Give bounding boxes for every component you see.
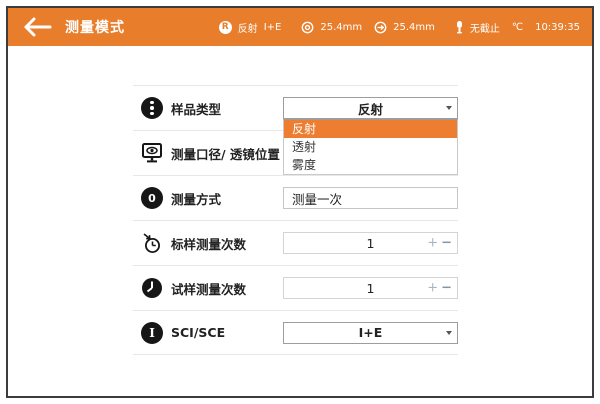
measure-mode-label: 测量方式 xyxy=(171,189,221,208)
sample-count-value: 1 xyxy=(367,281,375,296)
measure-mode-input[interactable]: 测量一次 xyxy=(283,187,458,209)
chevron-down-icon xyxy=(446,106,452,110)
sample-count-stepper: + − xyxy=(427,282,452,295)
standard-count-stepper: + − xyxy=(427,237,452,250)
page-title: 测量模式 xyxy=(65,17,125,37)
sample-type-dropdown: 反射 透射 雾度 xyxy=(283,119,458,175)
chevron-down-icon xyxy=(446,331,452,335)
dropdown-option-haze[interactable]: 雾度 xyxy=(284,156,457,174)
reflectance-badge-icon: R xyxy=(219,21,232,34)
form-row-standard-count: 标样测量次数 1 + − xyxy=(133,220,458,265)
menu-dots-icon xyxy=(140,96,164,120)
dropdown-option-reflectance[interactable]: 反射 xyxy=(284,120,457,138)
form-row-sample-count: 试样测量次数 1 + − xyxy=(133,265,458,310)
back-arrow-icon[interactable] xyxy=(22,17,52,37)
clock-icon xyxy=(140,276,164,300)
status-temp-unit: ℃ xyxy=(512,22,523,33)
settings-form: 样品类型 反射 反射 透射 雾度 xyxy=(133,85,458,355)
sample-type-select[interactable]: 反射 xyxy=(283,97,458,119)
form-row-measure-mode: 0 测量方式 测量一次 xyxy=(133,175,458,220)
form-row-sci-sce: I SCI/SCE I+E xyxy=(133,310,458,355)
screen-frame: 测量模式 R 反射 I+E 25.4mm 25.4mm xyxy=(6,6,594,398)
status-aperture-lens: 25.4mm xyxy=(393,22,435,33)
decrement-icon[interactable]: − xyxy=(441,282,452,295)
sample-count-label: 试样测量次数 xyxy=(171,279,246,298)
status-uv-filter: 无截止 xyxy=(470,20,500,35)
standard-count-value: 1 xyxy=(367,236,375,251)
status-clock: 10:39:35 xyxy=(535,22,580,33)
aperture-lens-label: 测量口径/ 透镜位置 xyxy=(171,144,280,163)
form-row-sample-type: 样品类型 反射 反射 透射 雾度 xyxy=(133,85,458,130)
decrement-icon[interactable]: − xyxy=(441,237,452,250)
uv-lamp-icon xyxy=(455,20,464,34)
info-i-circle-icon: I xyxy=(140,321,164,345)
measure-mode-value: 测量一次 xyxy=(292,189,342,208)
dropdown-option-transmittance[interactable]: 透射 xyxy=(284,138,457,156)
sci-sce-value: I+E xyxy=(359,325,383,340)
status-bar: R 反射 I+E 25.4mm 25.4mm 无截止 xyxy=(219,20,580,35)
status-sci-mode: I+E xyxy=(264,22,282,33)
header-bar: 测量模式 R 反射 I+E 25.4mm 25.4mm xyxy=(8,8,592,46)
app-window: 测量模式 R 反射 I+E 25.4mm 25.4mm xyxy=(0,0,600,404)
standard-count-input[interactable]: 1 + − xyxy=(283,232,458,254)
standard-count-label: 标样测量次数 xyxy=(171,234,246,253)
monitor-eye-icon xyxy=(140,141,164,165)
increment-icon[interactable]: + xyxy=(427,282,438,295)
sample-type-value: 反射 xyxy=(358,99,383,118)
sample-count-input[interactable]: 1 + − xyxy=(283,277,458,299)
lens-position-icon xyxy=(374,21,387,34)
timer-arrow-icon xyxy=(140,231,164,255)
sample-type-label: 样品类型 xyxy=(171,99,221,118)
sci-sce-label: SCI/SCE xyxy=(171,325,225,340)
status-sample-type: 反射 xyxy=(238,20,258,35)
sci-sce-select[interactable]: I+E xyxy=(283,322,458,344)
status-aperture-measure: 25.4mm xyxy=(320,22,362,33)
zero-circle-icon: 0 xyxy=(140,186,164,210)
aperture-target-icon xyxy=(301,21,314,34)
increment-icon[interactable]: + xyxy=(427,237,438,250)
